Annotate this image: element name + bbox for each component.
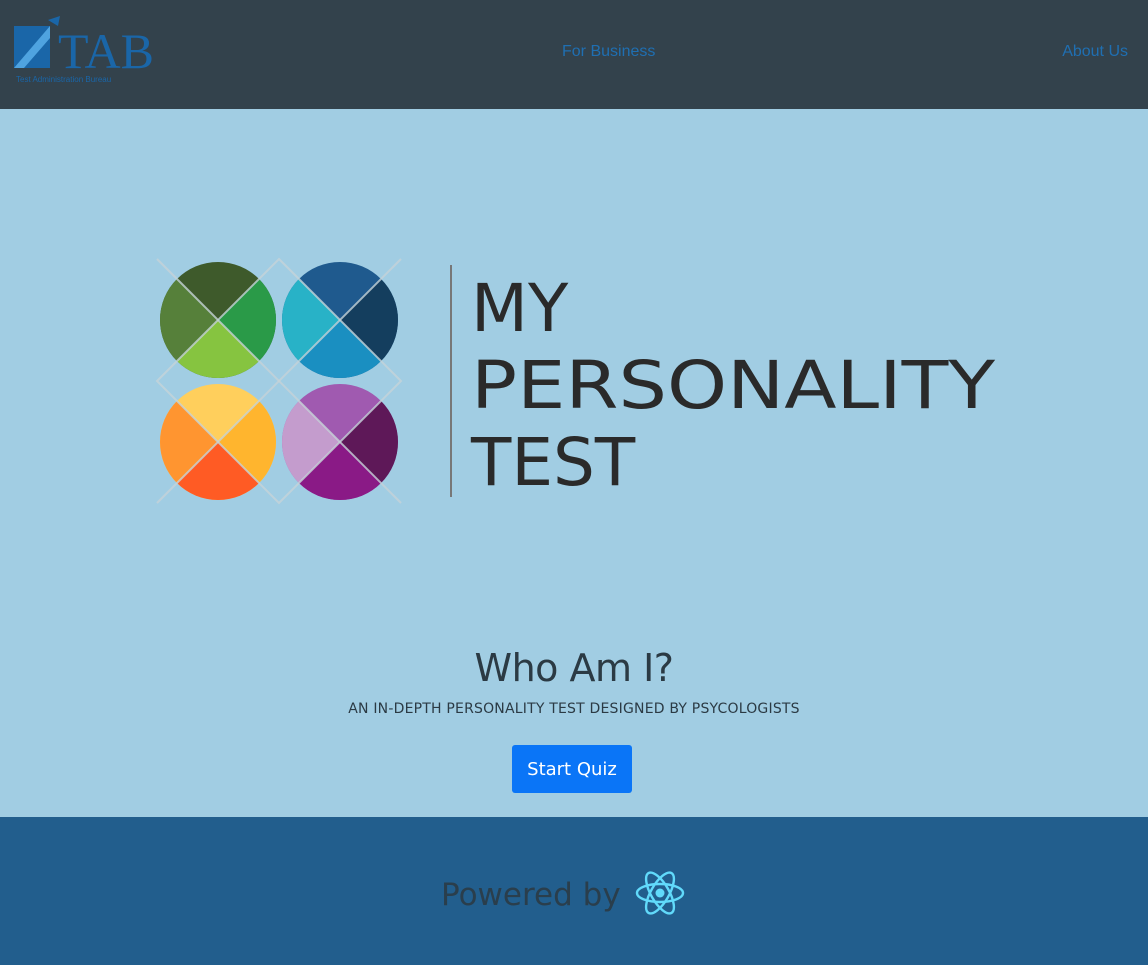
page-title: Who Am I? [474,646,674,690]
page-subtitle: AN IN-DEPTH PERSONALITY TEST DESIGNED BY… [348,701,800,717]
logo-text: TAB [58,23,154,79]
hero-section: MY PERSONALITY TEST Who Am I? AN IN-DEPT… [0,109,1148,817]
footer: Powered by [0,817,1148,965]
orange-circle [160,384,276,500]
nav-about-us[interactable]: About Us [1062,42,1128,62]
powered-by-label: Powered by [441,877,621,913]
logo-line-my: MY [471,270,569,347]
navbar: TAB Test Administration Bureau For Busin… [0,0,1148,109]
my-personality-test-logo: MY PERSONALITY TEST [155,257,996,505]
react-icon[interactable] [634,867,686,919]
blue-circle [282,262,398,378]
logo-line-personality: PERSONALITY [471,347,996,424]
tab-logo-mark: TAB Test Administration Bureau [14,16,154,84]
nav-for-business[interactable]: For Business [562,42,655,62]
start-quiz-button[interactable]: Start Quiz [512,745,632,793]
logo-line-test: TEST [470,424,636,501]
logo-tagline: Test Administration Bureau [16,75,111,84]
tab-logo[interactable]: TAB Test Administration Bureau [14,16,164,88]
